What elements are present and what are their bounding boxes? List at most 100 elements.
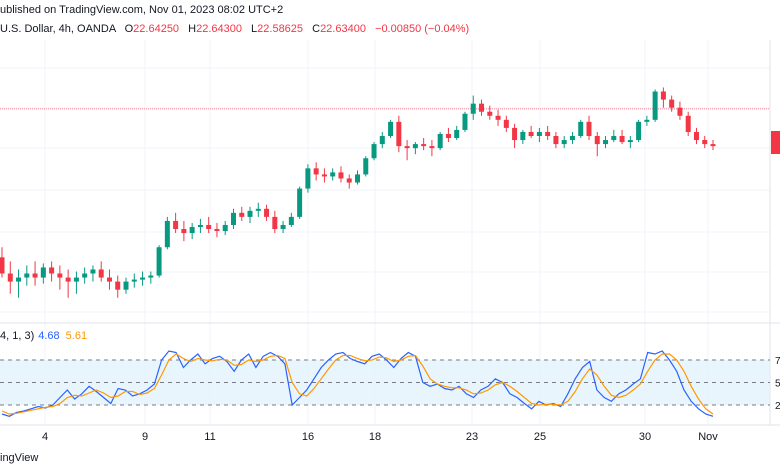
candle-body: [363, 158, 369, 175]
candle-body: [495, 115, 501, 120]
candle-body: [181, 229, 187, 234]
stoch-axis-label: 2: [775, 401, 780, 412]
candle-body: [90, 269, 96, 274]
candle-body: [164, 220, 170, 248]
candle-body: [346, 178, 352, 183]
candle-body: [421, 144, 427, 147]
candle-body: [652, 91, 658, 120]
candle-body: [578, 121, 584, 136]
candle-body: [379, 136, 385, 145]
candle-body: [40, 267, 46, 278]
candle-body: [49, 267, 55, 274]
candle-body: [189, 227, 195, 234]
candle-body: [454, 129, 460, 139]
candle-body: [660, 91, 666, 100]
candle-body: [305, 168, 311, 189]
candle-body: [106, 277, 112, 282]
candle-body: [123, 281, 129, 290]
candle-body: [520, 131, 526, 141]
candle-body: [536, 131, 542, 136]
candle-body: [297, 188, 303, 217]
time-axis-label: 4: [42, 431, 48, 443]
time-axis-label: 18: [369, 431, 381, 443]
candle-body: [603, 140, 609, 145]
candle-body: [355, 174, 360, 183]
candle-body: [131, 279, 137, 282]
candle-body: [16, 277, 22, 282]
candle-body: [479, 103, 485, 112]
candle-body: [388, 121, 394, 136]
tradingview-brand: ingView: [0, 452, 39, 464]
candle-body: [702, 140, 708, 145]
candle-body: [545, 131, 551, 136]
candle-body: [156, 247, 162, 276]
candle-body: [412, 144, 418, 149]
candle-body: [214, 229, 220, 232]
candle-body: [148, 275, 154, 278]
stoch-k-value: 4.68: [38, 330, 60, 342]
candle-body: [611, 136, 617, 141]
stoch-d-value: 5.61: [65, 330, 88, 342]
time-axis-label: 23: [466, 431, 478, 443]
time-axis-label: 9: [142, 431, 148, 443]
candle-body: [503, 119, 509, 128]
candle-body: [57, 273, 63, 278]
stoch-axis-label: 7: [775, 356, 780, 367]
candle-body: [330, 172, 336, 177]
candle-body: [98, 269, 104, 278]
candle-body: [644, 119, 650, 122]
candle-body: [280, 224, 286, 230]
candle-body: [404, 146, 410, 149]
candle-body: [272, 216, 278, 230]
candle-body: [140, 277, 146, 280]
candle-body: [82, 273, 88, 278]
candle-body: [594, 136, 600, 145]
candle-body: [239, 212, 245, 217]
time-axis-label: 11: [204, 431, 215, 443]
candle-body: [7, 273, 13, 282]
candle-body: [73, 277, 79, 282]
candle-body: [65, 277, 71, 282]
candle-body: [462, 113, 468, 130]
candle-body: [445, 133, 451, 139]
candle-body: [693, 131, 699, 141]
candle-body: [371, 144, 377, 159]
candle-body: [288, 216, 294, 225]
candle-body: [255, 208, 261, 211]
candle-body: [685, 115, 691, 132]
candle-body: [528, 131, 534, 136]
candle-body: [627, 140, 633, 143]
candle-body: [396, 121, 402, 147]
candle-body: [313, 168, 319, 175]
candle-body: [230, 212, 236, 225]
candle-body: [561, 140, 567, 145]
candle-body: [338, 172, 344, 179]
candle-body: [677, 107, 683, 116]
candle-body: [115, 281, 121, 290]
candle-body: [553, 136, 559, 145]
candle-body: [470, 103, 476, 114]
candle-body: [321, 174, 327, 177]
time-axis-label: 30: [639, 431, 651, 443]
candle-body: [247, 210, 253, 217]
candle-body: [569, 136, 575, 141]
time-axis-label: 16: [302, 431, 314, 443]
candle-body: [206, 224, 212, 230]
candle-body: [264, 208, 270, 217]
stoch-legend: 4, 1, 3) 4.68 5.61: [0, 330, 87, 342]
candle-body: [32, 273, 38, 278]
last-price-tag: [771, 131, 780, 154]
candle-body: [669, 99, 675, 108]
candle-body: [222, 224, 228, 232]
candle-body: [636, 121, 642, 141]
stoch-params: 4, 1, 3): [0, 330, 35, 342]
time-axis-label: 25: [534, 431, 546, 443]
candle-body: [586, 121, 592, 136]
candle-body: [0, 257, 5, 274]
candle-body: [710, 144, 716, 147]
candle-body: [429, 146, 435, 149]
time-axis-label: Nov: [698, 431, 718, 443]
candle-body: [173, 220, 179, 230]
candle-body: [512, 127, 518, 141]
price-chart[interactable]: 4 9 11 16 18 23 25 30 Nov 7 5 2: [0, 0, 780, 470]
